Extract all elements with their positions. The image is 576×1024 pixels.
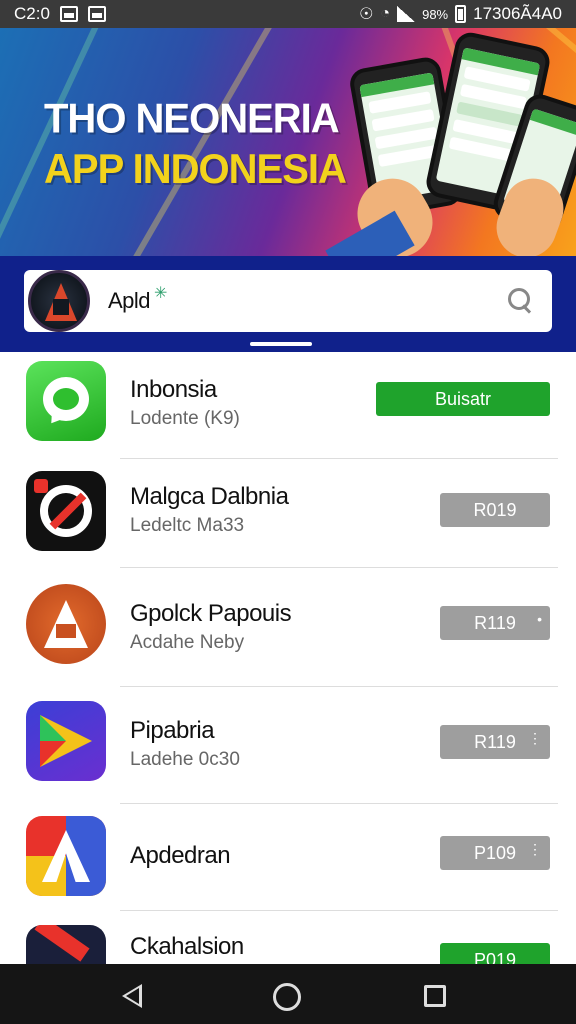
navigation-bar	[0, 964, 576, 1024]
price-label: R119	[474, 731, 516, 752]
price-button[interactable]: R119 •	[440, 606, 550, 640]
app-name: Malgca Dalbnia	[130, 483, 289, 510]
app-subtitle: Acdahe Neby	[130, 632, 245, 653]
list-item[interactable]: Pipabria Ladehe 0c30 R119 ⋮	[0, 687, 576, 803]
app-name: Ckahalsion	[130, 933, 244, 960]
price-label: P109	[473, 842, 517, 863]
app-name: Pipabria	[130, 717, 215, 744]
battery-percent: 98%	[422, 6, 449, 22]
drag-handle[interactable]	[250, 342, 312, 346]
sparkle-icon: ✳	[154, 285, 168, 302]
price-button[interactable]: R019	[440, 493, 550, 527]
banner-title: THO NEONERIA APP INDONESIA	[44, 94, 347, 195]
more-options-icon[interactable]: ⋮	[528, 842, 542, 856]
app-subtitle: Ladehe 0c30	[130, 749, 240, 770]
list-item[interactable]: Inbonsia Lodente (K9) Buisatr	[0, 352, 576, 458]
price-button[interactable]: R119 ⋮	[440, 725, 550, 759]
colorful-a-app-icon	[26, 816, 106, 896]
battery-icon	[455, 5, 467, 23]
status-clock: 17306Ã4A0	[473, 4, 562, 23]
list-item[interactable]: Ckahalsion P019	[0, 911, 576, 964]
home-icon[interactable]	[273, 983, 301, 1011]
signal-icon	[397, 6, 416, 22]
status-time: C2:0	[14, 4, 50, 23]
search-input[interactable]: Apld	[108, 288, 151, 314]
install-button[interactable]: Buisatr	[376, 382, 550, 416]
list-item[interactable]: Malgca Dalbnia Ledeltc Ma33 R019	[0, 459, 576, 567]
price-button[interactable]: P109 ⋮	[440, 836, 550, 870]
red-app-icon	[26, 925, 106, 964]
search-bar[interactable]: Apld ✳	[24, 270, 552, 332]
banner-title-line2: APP INDONESIA	[44, 146, 347, 193]
wifi-icon: ◔	[380, 5, 391, 22]
app-name: Gpolck Papouis	[130, 600, 292, 627]
banner-title-line1: THO NEONERIA	[44, 95, 340, 142]
app-subtitle: Ledeltc Ma33	[130, 515, 245, 536]
image-notification-icon	[59, 6, 78, 22]
price-label: R119	[474, 612, 516, 633]
letter-a-app-icon	[26, 584, 106, 664]
play-store-icon	[26, 701, 106, 781]
media-app-icon	[26, 471, 106, 551]
more-options-icon[interactable]: •	[537, 612, 542, 626]
price-button[interactable]: P019	[440, 943, 550, 964]
recent-apps-icon[interactable]	[424, 985, 446, 1007]
app-name: Apdedran	[130, 842, 231, 869]
status-bar: C2:0 ☉ ◔ 98% 17306Ã4A0	[0, 0, 576, 28]
nfc-icon: ☉	[359, 6, 374, 23]
app-list: Inbonsia Lodente (K9) Buisatr Malgca Dal…	[0, 352, 576, 964]
chat-app-icon	[26, 361, 106, 441]
promo-banner[interactable]: THO NEONERIA APP INDONESIA	[0, 28, 576, 256]
more-options-icon[interactable]: ⋮	[528, 731, 542, 745]
app-name: Inbonsia	[130, 376, 217, 403]
search-icon[interactable]	[508, 288, 534, 314]
gallery-notification-icon	[87, 6, 106, 22]
screen: C2:0 ☉ ◔ 98% 17306Ã4A0 THO NEONERIA APP …	[0, 0, 576, 1024]
list-item[interactable]: Gpolck Papouis Acdahe Neby R119 •	[0, 568, 576, 686]
search-section: Apld ✳	[0, 256, 576, 352]
list-item[interactable]: Apdedran P109 ⋮	[0, 804, 576, 910]
app-logo-avatar[interactable]	[28, 270, 90, 332]
app-subtitle: Lodente (K9)	[130, 408, 240, 429]
back-icon[interactable]	[122, 984, 142, 1008]
